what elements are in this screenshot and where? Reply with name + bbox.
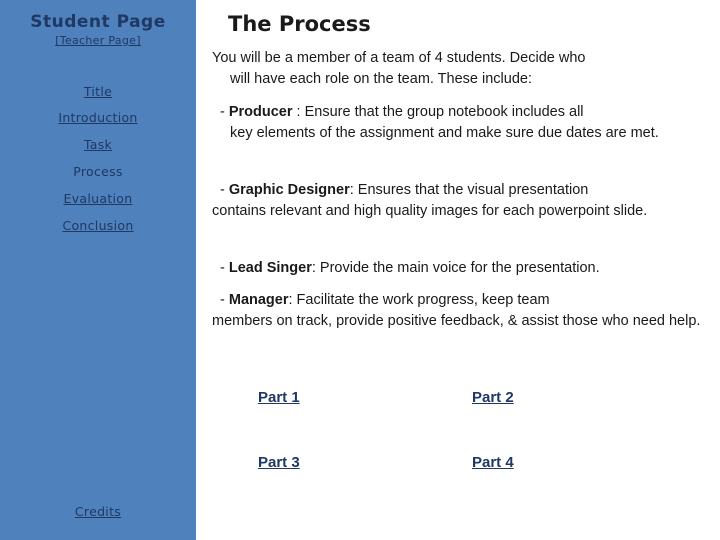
part-4-link[interactable]: Part 4 [472, 454, 514, 471]
role-name-graphic-designer: Graphic Designer [228, 182, 350, 198]
sidebar-item-label-evaluation: Evaluation [63, 191, 133, 206]
role-dash-graphic-designer: - [220, 182, 229, 198]
role-name-lead-singer: Lead Singer [228, 260, 312, 276]
role-lead-manager: : Facilitate the work progress, keep tea… [288, 292, 550, 308]
sidebar-item-label-title: Title [83, 84, 113, 99]
part-2-link[interactable]: Part 2 [472, 389, 514, 406]
part-1-link[interactable]: Part 1 [258, 389, 300, 406]
intro-line-2: will have each role on the team. These i… [230, 71, 532, 87]
sidebar-item-evaluation[interactable]: Evaluation [0, 191, 196, 206]
sidebar-item-task[interactable]: Task [0, 137, 196, 152]
intro-line-1: You will be a member of a team of 4 stud… [212, 50, 586, 66]
role-dash-manager: - [220, 292, 229, 308]
sidebar-item-label-credits: Credits [74, 504, 122, 519]
sidebar-item-label-teacher-page: Teacher Page [59, 34, 137, 47]
slide-page: Student Page [Teacher Page] Title Introd… [0, 0, 720, 540]
role-rest-producer: key elements of the assignment and make … [230, 125, 659, 141]
sidebar-item-credits[interactable]: Credits [0, 504, 196, 519]
role-rest-graphic-designer: contains relevant and high quality image… [212, 203, 648, 219]
sidebar-item-label-process: Process [73, 164, 123, 179]
sidebar-item-label-task: Task [83, 137, 113, 152]
role-name-manager: Manager [228, 292, 289, 308]
sidebar-item-conclusion[interactable]: Conclusion [0, 218, 196, 233]
sidebar-item-process[interactable]: Process [0, 164, 196, 179]
role-rest-manager: members on track, provide positive feedb… [212, 313, 701, 329]
role-lead-graphic-designer: : Ensures that the visual presentation [349, 182, 589, 198]
sidebar-title: Student Page [30, 12, 166, 32]
part-3-link[interactable]: Part 3 [258, 454, 300, 471]
bracket-close: ] [136, 34, 141, 47]
sidebar-item-introduction[interactable]: Introduction [0, 110, 196, 125]
role-lead-producer: : Ensure that the group notebook include… [292, 104, 584, 120]
role-lead-lead-singer: : Provide the main voice for the present… [311, 260, 600, 276]
role-dash-producer: - [220, 104, 229, 120]
main-content: The Process You will be a member of a te… [196, 0, 720, 540]
sidebar-item-teacher-page[interactable]: [Teacher Page] [0, 34, 196, 47]
role-paragraph-producer: - Producer : Ensure that the group noteb… [212, 102, 707, 144]
role-paragraph-graphic-designer: - Graphic Designer: Ensures that the vis… [212, 180, 712, 222]
page-title: The Process [228, 12, 371, 36]
intro-paragraph: You will be a member of a team of 4 stud… [212, 48, 710, 90]
role-dash-lead-singer: - [220, 260, 229, 276]
sidebar-item-label-conclusion: Conclusion [62, 218, 134, 233]
sidebar-item-title[interactable]: Title [0, 84, 196, 99]
sidebar-navigation: Student Page [Teacher Page] Title Introd… [0, 0, 196, 540]
role-paragraph-manager: - Manager: Facilitate the work progress,… [212, 290, 702, 332]
role-paragraph-lead-singer: - Lead Singer: Provide the main voice fo… [212, 258, 717, 279]
sidebar-item-label-introduction: Introduction [58, 110, 138, 125]
role-name-producer: Producer [228, 104, 293, 120]
